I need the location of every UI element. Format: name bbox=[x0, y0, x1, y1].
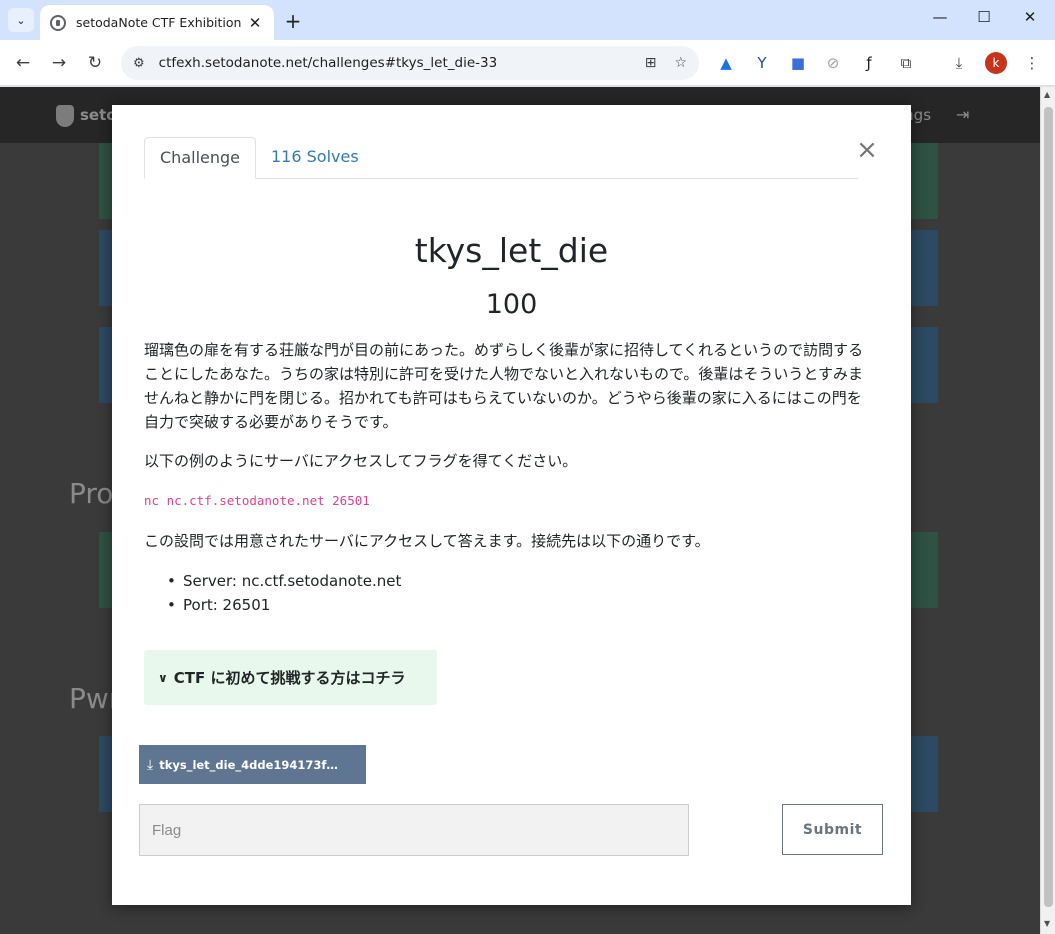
back-icon[interactable]: ← bbox=[10, 50, 36, 76]
download-icon: ⤓ bbox=[147, 756, 154, 773]
extension-icon[interactable]: ⧉ bbox=[895, 53, 917, 73]
file-download-button[interactable]: ⤓ tkys_let_die_4dde194173f… bbox=[139, 745, 366, 784]
challenge-instruction: 以下の例のようにサーバにアクセスしてフラグを得てください。 bbox=[144, 452, 578, 470]
scroll-thumb[interactable] bbox=[1044, 107, 1053, 907]
browser-toolbar: ← → ↻ ⚙ ctfexh.setodanote.net/challenges… bbox=[0, 40, 1055, 86]
download-icon[interactable]: ⤓ bbox=[948, 53, 970, 73]
tab-solves[interactable]: 116 Solves bbox=[256, 137, 374, 179]
extension-icon[interactable]: ⊘ bbox=[822, 53, 844, 73]
tab-search-icon[interactable]: ⌄ bbox=[8, 8, 34, 32]
browser-tab-strip: ⌄ setodaNote CTF Exhibition ✕ + — ☐ ✕ bbox=[0, 0, 1055, 40]
extension-icon[interactable]: Y bbox=[751, 53, 773, 73]
tab-title: setodaNote CTF Exhibition bbox=[76, 15, 242, 30]
google-drive-icon[interactable]: ▲ bbox=[715, 53, 737, 73]
tab-challenge[interactable]: Challenge bbox=[144, 137, 256, 179]
translate-icon[interactable]: ⊞ bbox=[645, 55, 657, 71]
submit-button[interactable]: Submit bbox=[782, 804, 883, 855]
browser-tab[interactable]: setodaNote CTF Exhibition ✕ bbox=[40, 5, 274, 40]
server-host: Server: nc.ctf.setodanote.net bbox=[167, 569, 401, 593]
menu-icon[interactable]: ⋮ bbox=[1021, 53, 1043, 73]
url-text[interactable]: ctfexh.setodanote.net/challenges#tkys_le… bbox=[159, 55, 627, 71]
maximize-icon[interactable]: ☐ bbox=[972, 8, 996, 26]
beginner-help-toggle[interactable]: ∨ CTF に初めて挑戦する方はコチラ bbox=[144, 650, 437, 705]
category-heading: Pro bbox=[69, 477, 114, 510]
challenge-value: 100 bbox=[485, 289, 538, 320]
favicon-icon bbox=[50, 14, 66, 31]
chevron-down-icon: ∨ bbox=[158, 670, 168, 685]
window-close-icon[interactable]: ✕ bbox=[1018, 8, 1042, 26]
modal-tabs: Challenge 116 Solves bbox=[144, 137, 858, 179]
server-list: Server: nc.ctf.setodanote.net Port: 2650… bbox=[167, 569, 401, 617]
challenge-description: 瑠璃色の扉を有する荘厳な門が目の前にあった。めずらしく後輩が家に招待してくれると… bbox=[144, 341, 864, 431]
modal-close-icon[interactable]: × bbox=[856, 135, 878, 165]
extension-icon[interactable]: ■ bbox=[787, 53, 809, 73]
minimize-icon[interactable]: — bbox=[928, 8, 952, 26]
page-scrollbar[interactable]: ▲ ▼ bbox=[1040, 87, 1055, 934]
flag-input[interactable] bbox=[139, 804, 689, 856]
new-tab-icon[interactable]: + bbox=[283, 9, 303, 33]
server-intro: この設問では用意されたサーバにアクセスして答えます。接続先は以下の通りです。 bbox=[144, 532, 710, 550]
help-label: CTF に初めて挑戦する方はコチラ bbox=[173, 669, 406, 687]
address-bar[interactable]: ⚙ ctfexh.setodanote.net/challenges#tkys_… bbox=[121, 46, 699, 80]
forward-icon[interactable]: → bbox=[46, 50, 72, 76]
profile-avatar[interactable]: k bbox=[985, 52, 1007, 74]
site-info-icon[interactable]: ⚙ bbox=[133, 56, 145, 71]
site-logo-icon bbox=[56, 105, 74, 127]
server-port: Port: 26501 bbox=[167, 593, 401, 617]
challenge-name: tkys_let_die bbox=[414, 231, 609, 270]
extension-icon[interactable]: ƒ bbox=[858, 53, 880, 73]
close-icon[interactable]: ✕ bbox=[246, 14, 264, 32]
category-heading: Pwı bbox=[69, 682, 117, 715]
logout-icon[interactable]: ⇥ bbox=[956, 105, 969, 124]
connection-command: nc nc.ctf.setodanote.net 26501 bbox=[144, 493, 370, 508]
scroll-up-icon[interactable]: ▲ bbox=[1044, 90, 1050, 99]
file-label: tkys_let_die_4dde194173f… bbox=[159, 757, 338, 772]
scroll-down-icon[interactable]: ▼ bbox=[1044, 919, 1050, 928]
bookmark-star-icon[interactable]: ☆ bbox=[674, 55, 687, 71]
reload-icon[interactable]: ↻ bbox=[82, 50, 108, 76]
challenge-modal: × Challenge 116 Solves tkys_let_die 100 … bbox=[112, 105, 911, 905]
